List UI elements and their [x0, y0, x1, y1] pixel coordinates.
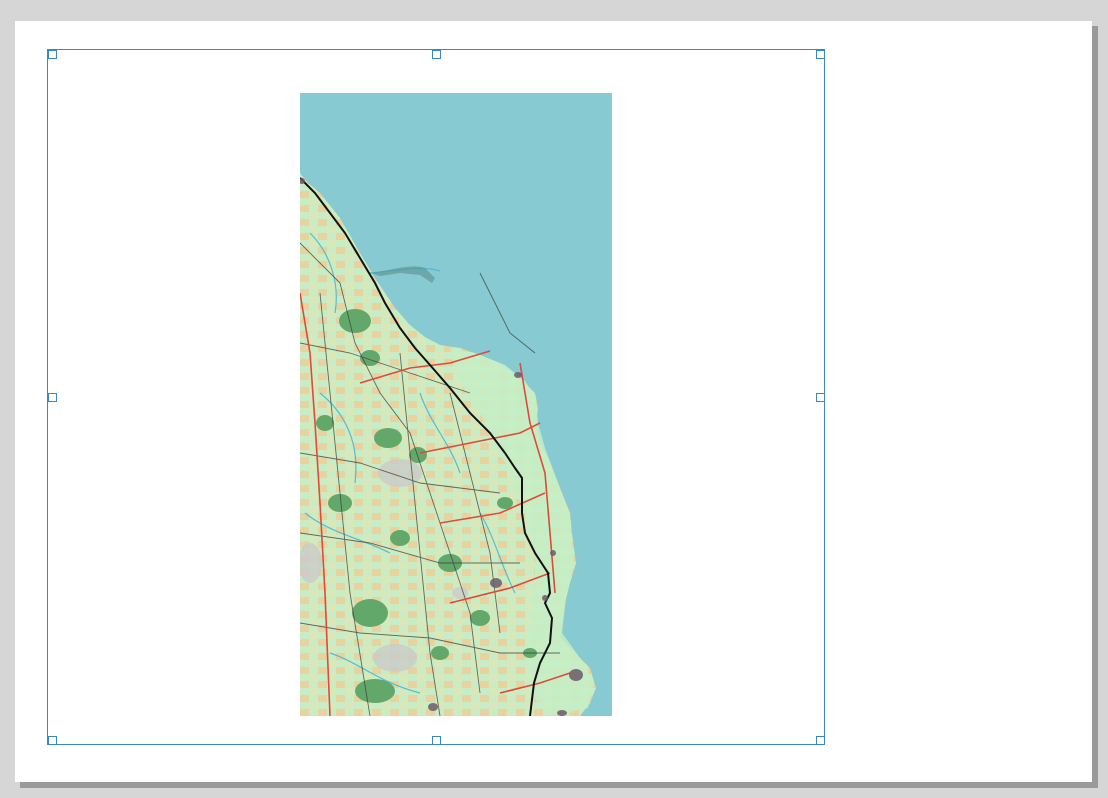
resize-handle-middle-right[interactable]: [816, 393, 825, 402]
layout-canvas[interactable]: [0, 0, 1108, 798]
resize-handle-top-center[interactable]: [432, 50, 441, 59]
resize-handle-bottom-left[interactable]: [48, 736, 57, 745]
resize-handle-top-left[interactable]: [48, 50, 57, 59]
resize-handle-bottom-right[interactable]: [816, 736, 825, 745]
map-item-selection-frame[interactable]: [47, 49, 825, 745]
resize-handle-middle-left[interactable]: [48, 393, 57, 402]
resize-handle-top-right[interactable]: [816, 50, 825, 59]
resize-handle-bottom-center[interactable]: [432, 736, 441, 745]
